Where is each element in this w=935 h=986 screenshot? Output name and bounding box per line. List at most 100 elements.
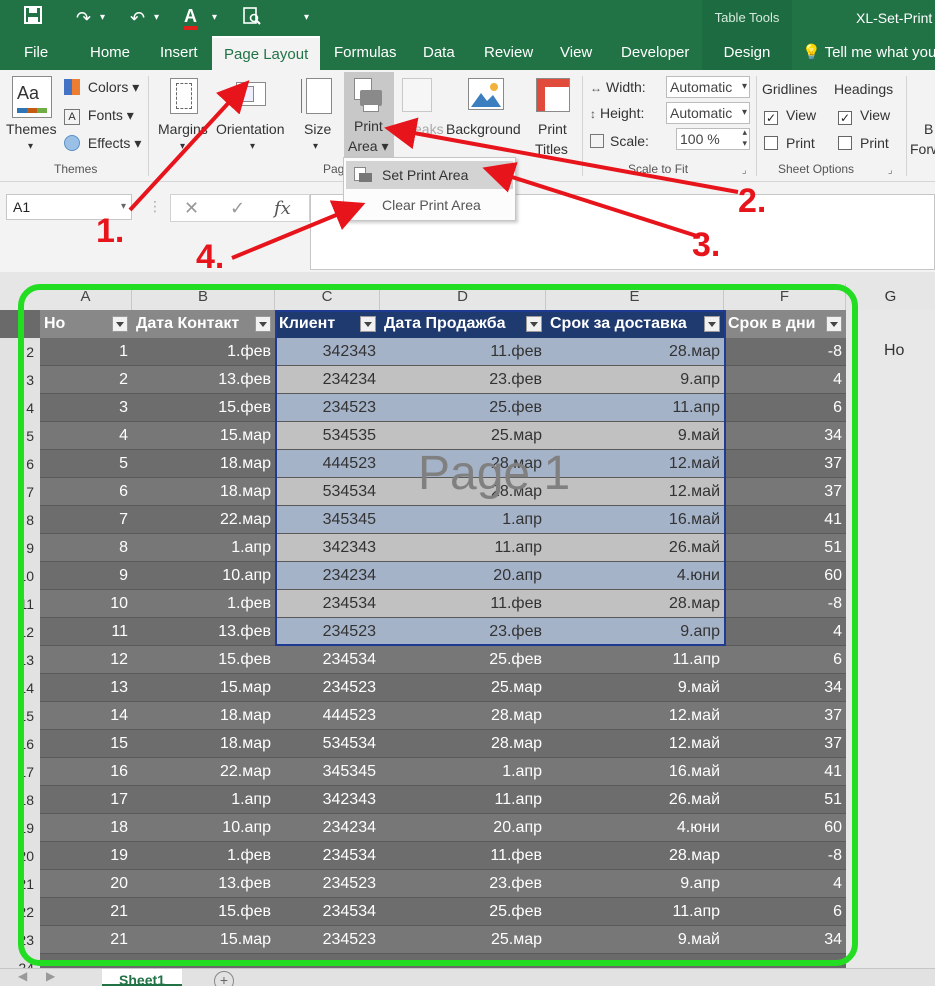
colors-button[interactable]: Colors ▾ xyxy=(64,78,139,96)
tab-insert[interactable]: Insert xyxy=(160,36,198,70)
size-button[interactable]: Size xyxy=(304,120,331,138)
chevron-down-icon[interactable]: ▾ xyxy=(154,6,159,30)
checkmark-icon: ✓ xyxy=(838,111,852,125)
cell-g2[interactable]: Но xyxy=(884,342,904,360)
prev-sheet-icon[interactable]: ◀ xyxy=(18,969,27,983)
chevron-down-icon[interactable]: ▾ xyxy=(250,138,255,156)
set-print-area-icon xyxy=(354,167,372,183)
annotation-label-1: 1. xyxy=(96,212,125,250)
divider xyxy=(148,76,149,176)
sheet-tab-sheet1[interactable]: Sheet1 xyxy=(102,969,182,986)
fonts-icon: A xyxy=(64,109,80,125)
print-preview-icon[interactable] xyxy=(242,6,262,32)
size-icon[interactable] xyxy=(301,78,332,114)
tab-home[interactable]: Home xyxy=(90,36,130,70)
highlight-frame xyxy=(18,284,858,966)
gridlines-label: Gridlines xyxy=(762,81,818,97)
annotation-label-4: 4. xyxy=(196,238,225,276)
annotation-label-2: 2. xyxy=(738,182,767,220)
bring-forward-label-1[interactable]: B xyxy=(924,120,933,138)
tab-formulas[interactable]: Formulas xyxy=(334,36,397,70)
print-titles-icon[interactable] xyxy=(536,78,570,112)
checkmark-icon: ✓ xyxy=(764,111,778,125)
headings-view-checkbox[interactable]: ✓ View xyxy=(838,106,890,125)
save-icon[interactable] xyxy=(24,6,42,30)
tab-view[interactable]: View xyxy=(560,36,592,70)
tab-file[interactable]: File xyxy=(24,36,48,70)
insert-function-icon[interactable]: fx xyxy=(274,198,291,219)
dialog-launcher-icon[interactable]: ⌟ xyxy=(742,162,747,180)
margins-button[interactable]: Margins xyxy=(158,120,208,138)
gridlines-view-checkbox[interactable]: ✓ View xyxy=(764,106,816,125)
enter-icon[interactable]: ✓ xyxy=(230,198,245,219)
tab-data[interactable]: Data xyxy=(423,36,455,70)
background-icon[interactable] xyxy=(468,78,504,110)
scale-input[interactable]: 100 % ▴ ▾ xyxy=(676,128,750,150)
column-g-area xyxy=(846,310,935,968)
gridlines-print-checkbox[interactable]: Print xyxy=(764,134,815,152)
clear-print-area-item[interactable]: Clear Print Area xyxy=(346,191,513,219)
chevron-down-icon[interactable]: ▾ xyxy=(212,6,217,30)
height-label: ↕ Height: xyxy=(590,105,645,121)
chevron-down-icon[interactable]: ▾ xyxy=(100,6,105,30)
chevron-down-icon[interactable]: ▾ xyxy=(313,138,318,156)
ribbon-tabs: File Home Insert Page Layout Formulas Da… xyxy=(0,36,935,70)
sheet-tab-bar: ◀ ▶ Sheet1 + xyxy=(0,968,935,986)
effects-icon xyxy=(64,135,80,151)
redo-icon[interactable]: ↷ xyxy=(76,6,91,30)
margins-icon[interactable] xyxy=(170,78,198,114)
themes-group-label: Themes xyxy=(54,162,98,176)
print-area-label-1: Print xyxy=(354,118,383,134)
width-select[interactable]: Automatic ▾ xyxy=(666,76,750,98)
print-titles-label-1[interactable]: Print xyxy=(538,120,567,138)
tab-page-layout[interactable]: Page Layout xyxy=(212,36,321,70)
breaks-button: Breaks xyxy=(400,121,444,137)
orientation-button[interactable]: Orientation xyxy=(216,120,284,138)
sheet-options-group-label: Sheet Options xyxy=(778,162,855,176)
title-bar: ↷ ▾ ↶ ▾ A ▾ ▾ Table Tools XL-Set-Print xyxy=(0,0,935,36)
customize-qat-icon[interactable]: ▾ xyxy=(304,6,309,30)
fonts-label: Fonts xyxy=(87,107,123,123)
chevron-down-icon[interactable]: ▾ xyxy=(28,138,33,156)
print-area-icon xyxy=(352,78,384,114)
scale-to-fit-group-label: Scale to Fit xyxy=(628,162,689,176)
more-icon: ⋮ xyxy=(148,198,162,214)
themes-button[interactable]: Themes xyxy=(6,120,57,138)
font-color-icon[interactable]: A xyxy=(184,6,197,30)
background-button[interactable]: Background xyxy=(446,120,521,138)
bring-forward-label-2[interactable]: Forw xyxy=(910,140,935,158)
print-area-label-2: Area ▾ xyxy=(348,138,389,154)
breaks-icon xyxy=(402,78,432,112)
add-sheet-icon[interactable]: + xyxy=(214,971,234,986)
divider xyxy=(756,76,757,176)
effects-button[interactable]: Effects ▾ xyxy=(64,134,141,152)
worksheet: A B C D E F G Но 2 3 4 5 6 7 8 9 10 11 12 13 14 15 16 1… xyxy=(0,272,935,968)
tab-design[interactable]: Design xyxy=(702,36,792,70)
cancel-icon[interactable]: ✕ xyxy=(184,198,199,219)
tell-me-text: Tell me what you xyxy=(824,44,935,61)
set-print-area-item[interactable]: Set Print Area xyxy=(346,161,513,189)
colors-label: Colors xyxy=(87,79,129,95)
next-sheet-icon[interactable]: ▶ xyxy=(46,969,55,983)
headings-label: Headings xyxy=(834,81,894,97)
fonts-button[interactable]: A Fonts ▾ xyxy=(64,106,134,125)
undo-icon[interactable]: ↶ xyxy=(130,6,145,30)
print-area-menu: Set Print Area Clear Print Area xyxy=(343,157,516,221)
dialog-launcher-icon[interactable]: ⌟ xyxy=(888,162,893,180)
lightbulb-icon: 💡 xyxy=(802,44,821,61)
table-tools-label: Table Tools xyxy=(702,0,792,36)
headings-print-checkbox[interactable]: Print xyxy=(838,134,889,152)
document-title: XL-Set-Print xyxy=(856,10,933,26)
print-titles-label-2[interactable]: Titles xyxy=(535,140,568,158)
themes-icon[interactable]: Aa xyxy=(12,76,52,118)
print-area-button[interactable]: Print Area ▾ xyxy=(344,72,394,158)
height-select[interactable]: Automatic ▾ xyxy=(666,102,750,124)
annotation-label-3: 3. xyxy=(692,226,721,264)
chevron-down-icon[interactable]: ▾ xyxy=(180,138,185,156)
tell-me-box[interactable]: 💡 Tell me what you xyxy=(802,36,935,70)
orientation-icon[interactable] xyxy=(236,82,266,106)
column-header-g[interactable]: G xyxy=(846,284,935,310)
tab-review[interactable]: Review xyxy=(484,36,533,70)
tab-developer[interactable]: Developer xyxy=(621,36,689,70)
effects-label: Effects xyxy=(87,135,131,151)
